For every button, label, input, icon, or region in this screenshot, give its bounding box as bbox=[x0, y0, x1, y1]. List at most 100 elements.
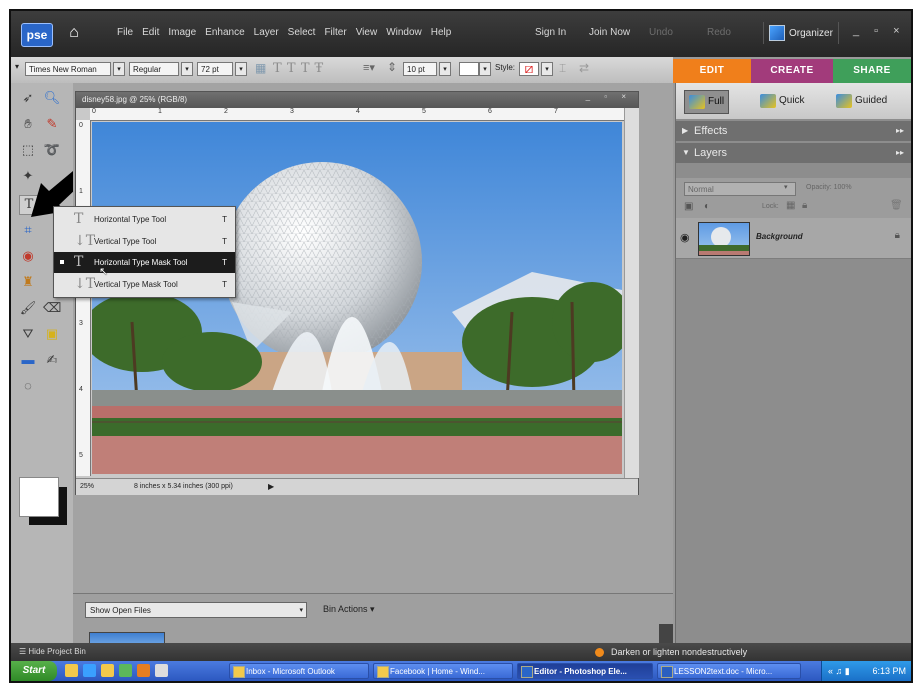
info-menu-arrow-icon[interactable]: ▶ bbox=[268, 479, 274, 494]
text-format-icons[interactable]: TTTŦ bbox=[273, 61, 328, 76]
menu-filter[interactable]: Filter bbox=[324, 27, 346, 38]
style-dropdown-icon[interactable]: ▾ bbox=[541, 62, 553, 76]
delete-layer-icon[interactable]: 🗑︎ bbox=[890, 200, 903, 211]
sign-in-link[interactable]: Sign In bbox=[535, 27, 566, 38]
blend-dropdown-icon[interactable]: ▾ bbox=[784, 183, 788, 191]
task-photoshop[interactable]: Editor - Photoshop Ele... bbox=[517, 663, 653, 679]
leading-icon[interactable]: ⇕ bbox=[387, 60, 397, 74]
font-style-select[interactable]: Regular bbox=[129, 62, 179, 76]
zoom-level[interactable]: 25% bbox=[80, 479, 94, 494]
flyout-item-vertical-type[interactable]: ↓T Vertical Type Tool T bbox=[54, 231, 235, 252]
panel-menu-icon[interactable]: ▸▸ bbox=[896, 143, 904, 163]
quicklaunch-explorer-icon[interactable] bbox=[65, 664, 78, 677]
align-icon[interactable]: ≡▾ bbox=[363, 61, 375, 74]
eraser-tool-icon[interactable]: ⌫ bbox=[43, 299, 61, 317]
quicklaunch-desktop-icon[interactable] bbox=[155, 664, 168, 677]
view-guided-button[interactable]: Guided bbox=[836, 90, 887, 112]
tray-icons[interactable]: « ♫ ▮ bbox=[828, 661, 850, 681]
menu-image[interactable]: Image bbox=[168, 27, 196, 38]
style-none-icon[interactable]: ⧄ bbox=[519, 61, 539, 76]
menu-edit[interactable]: Edit bbox=[142, 27, 159, 38]
eyedropper-tool-icon[interactable]: ✎ bbox=[43, 115, 61, 133]
visibility-eye-icon[interactable]: ◉ bbox=[680, 231, 690, 244]
move-tool-icon[interactable]: ➶ bbox=[19, 89, 37, 107]
menu-help[interactable]: Help bbox=[431, 27, 452, 38]
view-quick-button[interactable]: Quick bbox=[760, 90, 805, 112]
join-now-link[interactable]: Join Now bbox=[589, 27, 630, 38]
menu-file[interactable]: File bbox=[117, 27, 133, 38]
menu-layer[interactable]: Layer bbox=[254, 27, 279, 38]
hide-project-bin-button[interactable]: ☰ Hide Project Bin bbox=[19, 643, 86, 661]
zoom-tool-icon[interactable]: 🔍︎ bbox=[43, 89, 61, 107]
brush-tool-icon[interactable]: 🖌︎ bbox=[19, 299, 37, 317]
lock-transparent-icon[interactable]: ▦ bbox=[786, 200, 795, 211]
menu-select[interactable]: Select bbox=[288, 27, 316, 38]
shape-tool-icon[interactable]: ▬ bbox=[19, 351, 37, 369]
text-color-swatch[interactable] bbox=[459, 62, 479, 76]
window-controls[interactable]: _ ▫ × bbox=[853, 25, 906, 37]
gradient-tool-icon[interactable]: ▣ bbox=[43, 325, 61, 343]
red-eye-tool-icon[interactable]: ◉ bbox=[19, 247, 37, 265]
font-size-field[interactable]: 72 pt bbox=[197, 62, 233, 76]
menu-enhance[interactable]: Enhance bbox=[205, 27, 244, 38]
start-button[interactable]: Start bbox=[11, 661, 57, 681]
warp-text-icon[interactable]: ⌶ bbox=[559, 61, 566, 76]
panel-menu-icon[interactable]: ▸▸ bbox=[896, 121, 904, 141]
document-vertical-scrollbar[interactable] bbox=[624, 108, 639, 478]
menu-window[interactable]: Window bbox=[386, 27, 422, 38]
redo-button[interactable]: Redo bbox=[707, 27, 731, 38]
paint-bucket-tool-icon[interactable]: ⛛ bbox=[19, 325, 37, 343]
sponge-tool-icon[interactable]: ◌ bbox=[19, 377, 37, 395]
marquee-tool-icon[interactable]: ⬚ bbox=[19, 141, 37, 159]
home-icon[interactable]: ⌂ bbox=[63, 22, 85, 44]
effects-panel-header[interactable]: ▶ Effects ▸▸ bbox=[676, 121, 911, 141]
font-size-dropdown-icon[interactable]: ▾ bbox=[235, 62, 247, 76]
blur-tool-icon[interactable]: ✍︎ bbox=[43, 351, 61, 369]
layer-row-background[interactable]: ◉ Background 🔒︎ bbox=[676, 218, 911, 259]
flyout-item-horizontal-type-mask[interactable]: T Horizontal Type Mask Tool T bbox=[54, 252, 235, 273]
hand-tool-icon[interactable]: ✋︎ bbox=[19, 115, 37, 133]
quicklaunch-app-icon[interactable] bbox=[119, 664, 132, 677]
blend-mode-select[interactable]: Normal bbox=[684, 182, 796, 196]
project-bin-select[interactable]: Show Open Files ▾ bbox=[85, 602, 307, 618]
foreground-color-swatch[interactable] bbox=[19, 477, 59, 517]
document-canvas[interactable] bbox=[92, 122, 622, 474]
new-layer-icon[interactable]: ▣ bbox=[684, 201, 693, 212]
bin-scrollbar[interactable] bbox=[659, 624, 673, 644]
font-family-select[interactable]: Times New Roman bbox=[25, 62, 111, 76]
font-family-dropdown-icon[interactable]: ▾ bbox=[113, 62, 125, 76]
lock-all-icon[interactable]: 🔒︎ bbox=[802, 200, 807, 211]
options-menu-arrow-icon[interactable]: ▾ bbox=[15, 62, 19, 71]
horizontal-ruler: 0 1 2 3 4 5 6 7 bbox=[90, 108, 624, 121]
font-style-dropdown-icon[interactable]: ▾ bbox=[181, 62, 193, 76]
organizer-button[interactable]: Organizer bbox=[763, 22, 839, 44]
document-window-controls[interactable]: _ ▫ × bbox=[586, 92, 632, 101]
task-word[interactable]: LESSON2text.doc - Micro... bbox=[657, 663, 801, 679]
bin-actions-menu[interactable]: Bin Actions ▾ bbox=[323, 604, 375, 615]
undo-button[interactable]: Undo bbox=[649, 27, 673, 38]
leading-field[interactable]: 10 pt bbox=[403, 62, 437, 76]
layers-panel-header[interactable]: ▼ Layers ▸▸ bbox=[676, 143, 911, 163]
quicklaunch-media-icon[interactable] bbox=[137, 664, 150, 677]
anti-alias-icon[interactable]: ▦ bbox=[255, 61, 266, 75]
task-facebook[interactable]: Facebook | Home - Wind... bbox=[373, 663, 513, 679]
tab-create[interactable]: CREATE bbox=[751, 59, 833, 83]
lasso-tool-icon[interactable]: ➰ bbox=[43, 141, 61, 159]
view-full-button[interactable]: Full bbox=[684, 90, 730, 114]
stamp-tool-icon[interactable]: ♜ bbox=[19, 273, 37, 291]
menu-view[interactable]: View bbox=[356, 27, 378, 38]
text-color-dropdown-icon[interactable]: ▾ bbox=[479, 62, 491, 76]
quicklaunch-folder-icon[interactable] bbox=[101, 664, 114, 677]
tab-edit[interactable]: EDIT bbox=[673, 59, 751, 83]
task-outlook[interactable]: Inbox - Microsoft Outlook bbox=[229, 663, 369, 679]
flyout-item-vertical-type-mask[interactable]: ↓T Vertical Type Mask Tool T bbox=[54, 274, 235, 295]
quicklaunch-ie-icon[interactable] bbox=[83, 664, 96, 677]
crop-tool-icon[interactable]: ⌗ bbox=[19, 221, 37, 239]
orientation-icon[interactable]: ⇄ bbox=[579, 61, 589, 75]
tab-share[interactable]: SHARE bbox=[833, 59, 911, 83]
opacity-control[interactable]: Opacity: 100% bbox=[806, 184, 852, 191]
adjustment-layer-icon[interactable]: ◐ bbox=[704, 201, 710, 212]
horizontal-type-mask-icon: T bbox=[74, 254, 84, 270]
flyout-item-horizontal-type[interactable]: T Horizontal Type Tool T bbox=[54, 209, 235, 230]
leading-dropdown-icon[interactable]: ▾ bbox=[439, 62, 451, 76]
